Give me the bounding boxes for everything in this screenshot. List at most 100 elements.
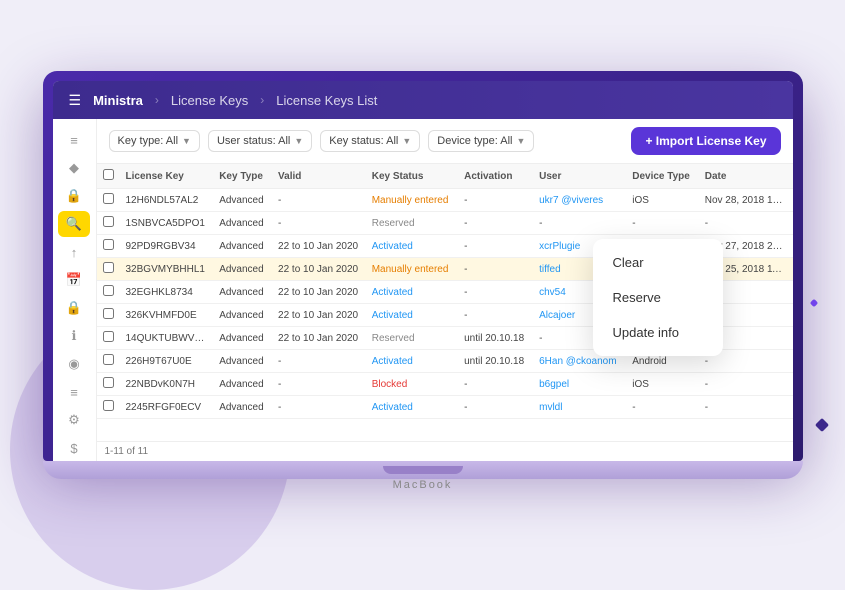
row-date: - xyxy=(699,396,793,419)
macbook-label: MacBook xyxy=(393,479,453,491)
row-activation: - xyxy=(458,189,533,212)
row-checkbox-cell xyxy=(97,235,120,258)
row-key: 12H6NDL57AL2 xyxy=(120,189,214,212)
row-date: - xyxy=(699,212,793,235)
th-key-status: Key Status xyxy=(366,164,458,189)
decorative-dot-3 xyxy=(815,418,829,432)
sidebar-icon-list[interactable]: ≡ xyxy=(58,379,90,405)
chevron-down-icon: ▼ xyxy=(182,136,191,146)
row-user[interactable]: - xyxy=(533,212,626,235)
row-valid: 22 to 10 Jan 2020 xyxy=(272,281,366,304)
row-checkbox[interactable] xyxy=(103,285,114,296)
row-status: Blocked xyxy=(366,373,458,396)
top-nav: ☰ Ministra › License Keys › License Keys… xyxy=(53,81,793,119)
filter-key-type[interactable]: Key type: All ▼ xyxy=(109,130,200,152)
row-checkbox[interactable] xyxy=(103,193,114,204)
row-date: Nov 28, 2018 12:03 xyxy=(699,189,793,212)
row-checkbox-cell xyxy=(97,327,120,350)
laptop-screen-outer: ☰ Ministra › License Keys › License Keys… xyxy=(43,71,803,461)
sidebar-icon-circle[interactable]: ◉ xyxy=(58,351,90,377)
sidebar-icon-info[interactable]: ℹ xyxy=(58,323,90,349)
row-status: Activated xyxy=(366,396,458,419)
row-type: Advanced xyxy=(213,212,272,235)
row-checkbox[interactable] xyxy=(103,354,114,365)
sidebar-icon-lock[interactable]: 🔒 xyxy=(58,183,90,209)
filter-key-status[interactable]: Key status: All ▼ xyxy=(320,130,420,152)
row-checkbox[interactable] xyxy=(103,216,114,227)
row-type: Advanced xyxy=(213,235,272,258)
row-key: 32EGHKL8734 xyxy=(120,281,214,304)
context-menu-clear[interactable]: Clear xyxy=(593,245,723,280)
row-key: 326KVHMFD0E xyxy=(120,304,214,327)
context-menu-reserve[interactable]: Reserve xyxy=(593,280,723,315)
row-valid: 22 to 10 Jan 2020 xyxy=(272,327,366,350)
row-checkbox-cell xyxy=(97,189,120,212)
filter-key-status-label: Key status: All xyxy=(329,135,398,147)
table-header: License Key Key Type Valid Key Status Ac… xyxy=(97,164,793,189)
filter-device-type-label: Device type: All xyxy=(437,135,512,147)
th-activation: Activation xyxy=(458,164,533,189)
pagination: 1-11 of 11 xyxy=(97,441,793,461)
chevron-down-icon-4: ▼ xyxy=(516,136,525,146)
laptop-base xyxy=(43,461,803,479)
row-status: Manually entered xyxy=(366,258,458,281)
pagination-text: 1-11 of 11 xyxy=(105,446,149,457)
row-type: Advanced xyxy=(213,396,272,419)
th-valid: Valid xyxy=(272,164,366,189)
th-user: User xyxy=(533,164,626,189)
sidebar-icon-search[interactable]: 🔍 xyxy=(58,211,90,237)
row-checkbox[interactable] xyxy=(103,308,114,319)
row-valid: - xyxy=(272,396,366,419)
th-license-key: License Key xyxy=(120,164,214,189)
row-type: Advanced xyxy=(213,304,272,327)
row-status: Manually entered xyxy=(366,189,458,212)
row-user[interactable]: ukr7 @viveres xyxy=(533,189,626,212)
row-checkbox[interactable] xyxy=(103,239,114,250)
row-activation: - xyxy=(458,396,533,419)
row-user[interactable]: b6gpel xyxy=(533,373,626,396)
table-row[interactable]: 1SNBVCA5DPO1 Advanced - Reserved - - - - xyxy=(97,212,793,235)
row-checkbox[interactable] xyxy=(103,400,114,411)
row-type: Advanced xyxy=(213,327,272,350)
sidebar-icon-lock2[interactable]: 🔒 xyxy=(58,295,90,321)
filter-user-status[interactable]: User status: All ▼ xyxy=(208,130,312,152)
row-activation: - xyxy=(458,212,533,235)
row-key: 22NBDvK0N7H xyxy=(120,373,214,396)
row-date: - xyxy=(699,373,793,396)
hamburger-icon[interactable]: ☰ xyxy=(69,92,82,109)
sidebar-icon-upload[interactable]: ↑ xyxy=(58,239,90,265)
import-license-key-button[interactable]: + Import License Key xyxy=(631,127,780,155)
sidebar-icon-menu[interactable]: ≡ xyxy=(58,127,90,153)
row-checkbox[interactable] xyxy=(103,262,114,273)
row-user[interactable]: mvldl xyxy=(533,396,626,419)
row-status: Reserved xyxy=(366,327,458,350)
row-valid: - xyxy=(272,212,366,235)
nav-license-keys[interactable]: License Keys xyxy=(171,93,248,108)
th-checkbox xyxy=(97,164,120,189)
laptop-wrapper: ☰ Ministra › License Keys › License Keys… xyxy=(43,71,803,479)
sidebar-icon-calendar[interactable]: 📅 xyxy=(58,267,90,293)
row-checkbox[interactable] xyxy=(103,377,114,388)
filter-key-type-label: Key type: All xyxy=(118,135,179,147)
row-valid: - xyxy=(272,350,366,373)
nav-license-keys-list[interactable]: License Keys List xyxy=(276,93,377,108)
sidebar-icon-diamond[interactable]: ◆ xyxy=(58,155,90,181)
sidebar-icon-settings[interactable]: ⚙ xyxy=(58,407,90,433)
nav-separator-1: › xyxy=(155,93,159,107)
chevron-down-icon-2: ▼ xyxy=(294,136,303,146)
filter-device-type[interactable]: Device type: All ▼ xyxy=(428,130,534,152)
context-menu-update-info[interactable]: Update info xyxy=(593,315,723,350)
row-checkbox-cell xyxy=(97,281,120,304)
select-all-checkbox[interactable] xyxy=(103,169,114,180)
row-activation: - xyxy=(458,304,533,327)
row-activation: - xyxy=(458,373,533,396)
sidebar-icon-dollar[interactable]: $ xyxy=(58,435,90,461)
row-status: Activated xyxy=(366,281,458,304)
context-menu: Clear Reserve Update info xyxy=(593,239,723,356)
row-checkbox[interactable] xyxy=(103,331,114,342)
table-row[interactable]: 12H6NDL57AL2 Advanced - Manually entered… xyxy=(97,189,793,212)
table-row[interactable]: 22NBDvK0N7H Advanced - Blocked - b6gpel … xyxy=(97,373,793,396)
row-type: Advanced xyxy=(213,189,272,212)
table-row[interactable]: 2245RFGF0ECV Advanced - Activated - mvld… xyxy=(97,396,793,419)
row-valid: - xyxy=(272,189,366,212)
